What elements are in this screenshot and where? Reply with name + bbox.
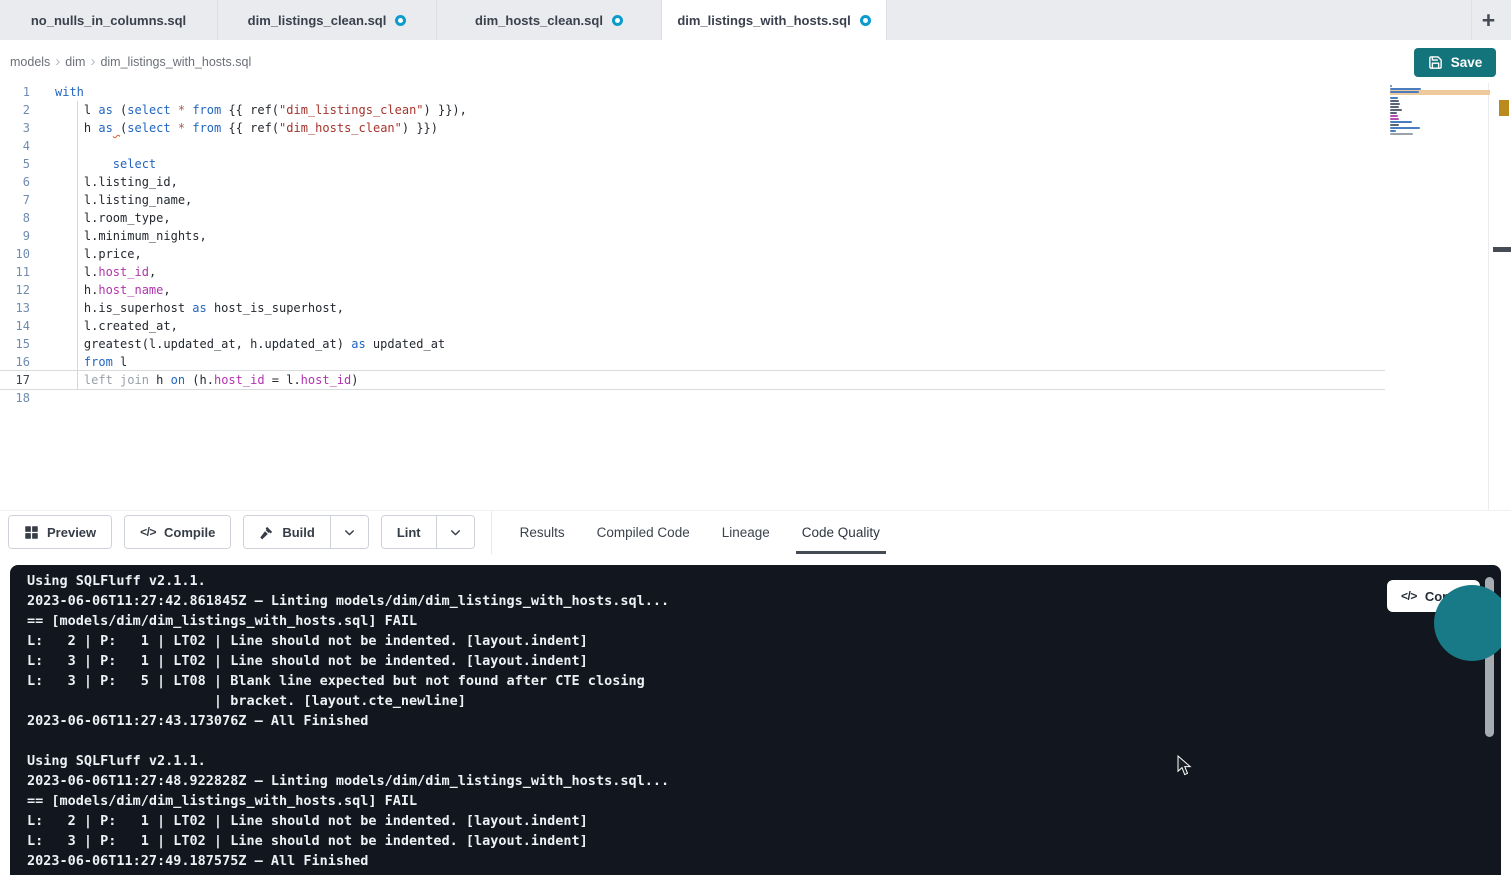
line-number: 13	[0, 299, 45, 317]
lint-button[interactable]: Lint	[382, 516, 436, 548]
code-line-16[interactable]: 16 from l	[0, 353, 1385, 371]
line-number: 16	[0, 353, 45, 371]
save-button[interactable]: Save	[1414, 48, 1496, 77]
dbt-ide-window: no_nulls_in_columns.sql dim_listings_cle…	[0, 0, 1511, 875]
line-number: 10	[0, 245, 45, 263]
file-tab-label: dim_listings_with_hosts.sql	[677, 13, 850, 28]
save-icon	[1428, 55, 1443, 70]
code-editor[interactable]: 1with2 l as (select * from {{ ref("dim_l…	[0, 83, 1511, 510]
help-bubble-button[interactable]	[1434, 585, 1501, 661]
hammer-icon	[259, 525, 274, 540]
tab-label: Compiled Code	[597, 525, 690, 540]
code-line-6[interactable]: 6 l.listing_id,	[0, 173, 1385, 191]
line-number: 2	[0, 101, 45, 119]
code-line-5[interactable]: 5 select	[0, 155, 1385, 173]
chevron-down-icon	[343, 526, 356, 539]
editor-tab-bar: no_nulls_in_columns.sql dim_listings_cle…	[0, 0, 1511, 40]
build-options-dropdown[interactable]	[330, 516, 368, 548]
code-brackets-icon: </>	[1401, 589, 1417, 603]
result-tabs: Results Compiled Code Lineage Code Quali…	[520, 511, 880, 554]
code-line-3[interactable]: 3 h as (select * from {{ ref("dim_hosts_…	[0, 119, 1385, 137]
tab-compiled-code[interactable]: Compiled Code	[597, 511, 690, 554]
line-number: 5	[0, 155, 45, 173]
code-line-13[interactable]: 13 h.is_superhost as host_is_superhost,	[0, 299, 1385, 317]
build-label: Build	[282, 525, 315, 540]
code-line-12[interactable]: 12 h.host_name,	[0, 281, 1385, 299]
chevron-right-icon: ›	[90, 54, 95, 69]
line-number: 8	[0, 209, 45, 227]
file-tab-dim-listings-clean[interactable]: dim_listings_clean.sql	[218, 0, 437, 40]
line-number: 12	[0, 281, 45, 299]
preview-label: Preview	[47, 525, 96, 540]
tab-lineage[interactable]: Lineage	[722, 511, 770, 554]
new-tab-button[interactable]: +	[1471, 0, 1505, 40]
tab-label: Code Quality	[802, 525, 880, 540]
code-line-9[interactable]: 9 l.minimum_nights,	[0, 227, 1385, 245]
line-number: 17	[0, 371, 45, 389]
file-tab-no-nulls-in-columns[interactable]: no_nulls_in_columns.sql	[0, 0, 218, 40]
code-line-1[interactable]: 1with	[0, 83, 1385, 101]
tab-code-quality[interactable]: Code Quality	[802, 511, 880, 554]
warning-marker	[1499, 100, 1509, 116]
unsaved-changes-dot-icon	[612, 15, 623, 26]
code-line-2[interactable]: 2 l as (select * from {{ ref("dim_listin…	[0, 101, 1385, 119]
line-number: 18	[0, 389, 45, 407]
code-line-8[interactable]: 8 l.room_type,	[0, 209, 1385, 227]
compile-button[interactable]: </> Compile	[125, 516, 230, 548]
minimap-lines	[1390, 85, 1490, 138]
file-tab-label: dim_hosts_clean.sql	[475, 13, 603, 28]
code-lines: 1with2 l as (select * from {{ ref("dim_l…	[0, 83, 1511, 407]
file-tab-dim-listings-with-hosts[interactable]: dim_listings_with_hosts.sql	[662, 0, 887, 40]
line-number: 9	[0, 227, 45, 245]
breadcrumb-dim: dim	[65, 55, 85, 69]
breadcrumb-filename: dim_listings_with_hosts.sql	[100, 55, 251, 69]
code-line-18[interactable]: 18	[0, 389, 1385, 407]
line-number: 3	[0, 119, 45, 137]
terminal[interactable]: Using SQLFluff v2.1.1. 2023-06-06T11:27:…	[10, 565, 1501, 875]
file-tab-dim-hosts-clean[interactable]: dim_hosts_clean.sql	[437, 0, 662, 40]
file-tab-label: no_nulls_in_columns.sql	[31, 13, 186, 28]
indent-guide	[77, 101, 78, 390]
unsaved-changes-dot-icon	[395, 15, 406, 26]
lint-label: Lint	[397, 525, 421, 540]
lint-options-dropdown[interactable]	[436, 516, 474, 548]
build-button[interactable]: Build	[244, 516, 330, 548]
chevron-right-icon: ›	[55, 54, 60, 69]
terminal-output: Using SQLFluff v2.1.1. 2023-06-06T11:27:…	[10, 565, 1501, 871]
mouse-cursor	[1177, 755, 1193, 777]
file-tab-label: dim_listings_clean.sql	[248, 13, 387, 28]
plus-icon: +	[1482, 7, 1495, 34]
unsaved-changes-dot-icon	[860, 15, 871, 26]
code-line-15[interactable]: 15 greatest(l.updated_at, h.updated_at) …	[0, 335, 1385, 353]
code-line-7[interactable]: 7 l.listing_name,	[0, 191, 1385, 209]
line-number: 11	[0, 263, 45, 281]
code-line-4[interactable]: 4	[0, 137, 1385, 155]
line-number: 6	[0, 173, 45, 191]
line-number: 14	[0, 317, 45, 335]
code-brackets-icon: </>	[140, 525, 156, 539]
preview-button[interactable]: Preview	[9, 516, 111, 548]
tab-label: Lineage	[722, 525, 770, 540]
save-button-label: Save	[1451, 55, 1483, 70]
code-line-11[interactable]: 11 l.host_id,	[0, 263, 1385, 281]
line-number: 4	[0, 137, 45, 155]
breadcrumb-models: models	[10, 55, 50, 69]
file-header-bar: models › dim › dim_listings_with_hosts.s…	[0, 40, 1511, 83]
tab-label: Results	[520, 525, 565, 540]
compile-label: Compile	[164, 525, 215, 540]
tab-results[interactable]: Results	[520, 511, 565, 554]
code-line-10[interactable]: 10 l.price,	[0, 245, 1385, 263]
table-grid-icon	[24, 525, 39, 540]
code-line-17[interactable]: 17 left join h on (h.host_id = l.host_id…	[0, 371, 1385, 389]
active-tab-underline	[796, 551, 886, 554]
action-toolbar: Preview </> Compile Build	[0, 510, 1511, 553]
line-number: 7	[0, 191, 45, 209]
line-number: 15	[0, 335, 45, 353]
line-number: 1	[0, 83, 45, 101]
chevron-down-icon	[449, 526, 462, 539]
code-line-14[interactable]: 14 l.created_at,	[0, 317, 1385, 335]
scrollbar-marker[interactable]	[1493, 247, 1511, 252]
toolbar-divider	[491, 511, 492, 554]
minimap[interactable]	[1390, 85, 1490, 205]
